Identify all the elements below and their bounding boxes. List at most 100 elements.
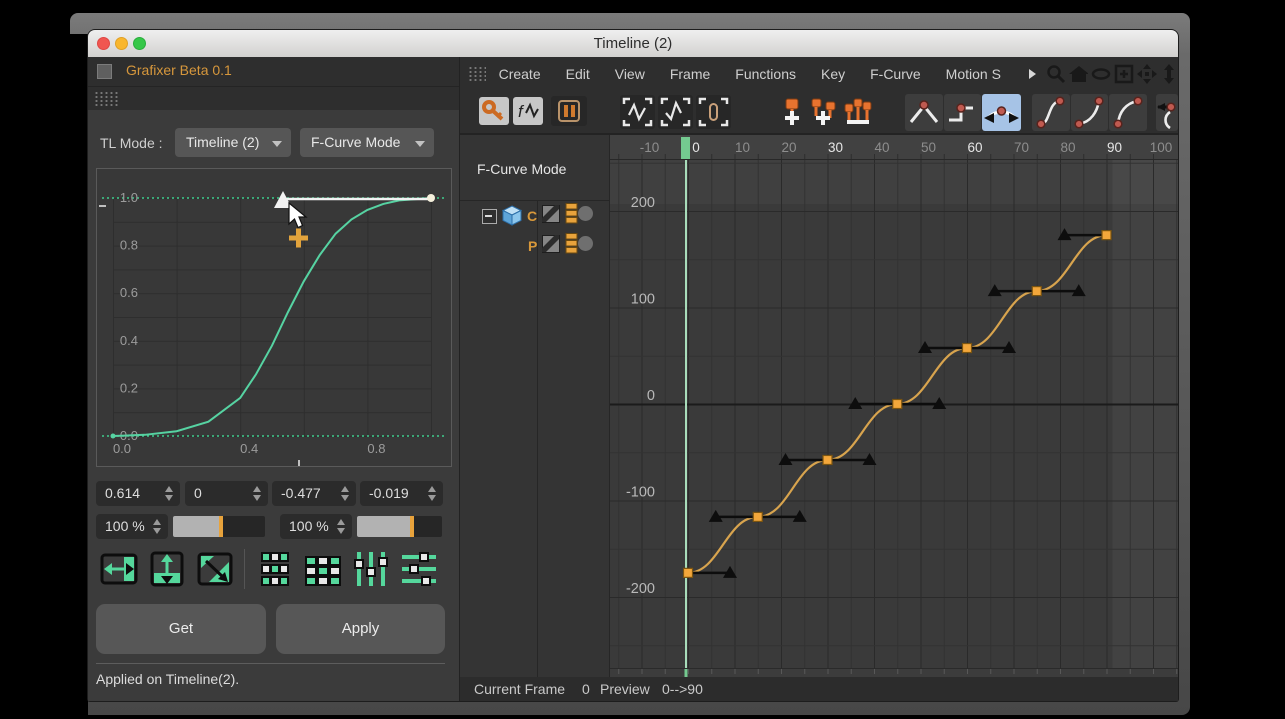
linear-tangent-button[interactable] [905,94,943,131]
tangent-y1-field[interactable]: 0 [185,481,268,506]
scale-diagonal-button[interactable] [194,548,236,590]
grafixer-grip-row[interactable] [88,86,460,110]
strength-right-field[interactable]: 100 % [280,514,352,539]
edge-tick [99,205,106,207]
menu-create[interactable]: Create [499,66,541,82]
keyframe-point[interactable] [753,512,762,521]
menu-functions[interactable]: Functions [735,66,796,82]
auto-mode-wave-button[interactable] [620,95,655,129]
cube-object-icon[interactable] [501,204,523,226]
menu-view[interactable]: View [615,66,645,82]
fcurve-mode-select[interactable]: F-Curve Mode [300,128,434,157]
playhead-marker[interactable] [681,137,690,159]
auto-mode-pulse-button[interactable] [658,95,693,129]
strength-right-slider[interactable] [357,516,442,537]
edge-tick [298,460,300,466]
menu-edit[interactable]: Edit [566,66,590,82]
tangent-y2-value: -0.019 [369,485,409,501]
fcurve-mode-button[interactable]: f [513,97,543,125]
keyframe-point[interactable] [684,568,693,577]
tl-mode-label: TL Mode : [100,135,163,151]
mini-x-label: 0.8 [367,441,385,456]
grafixer-status: Applied on Timeline(2). [96,671,239,687]
menu-key[interactable]: Key [821,66,845,82]
zoom-tool-icon[interactable] [1044,63,1065,85]
tangent-x1-field[interactable]: 0.614 [96,481,180,506]
curve-end-point[interactable] [427,194,435,202]
solo-dot[interactable] [578,236,593,251]
slider-handle[interactable] [219,516,223,537]
grip-icon[interactable] [468,66,486,81]
keyframe-point[interactable] [1102,231,1111,240]
rows-pattern-button[interactable] [302,548,344,590]
region-icon[interactable] [1088,63,1111,85]
scale-view-icon[interactable] [1157,63,1178,85]
mini-gridlines [113,198,432,437]
timeline-ruler[interactable]: -100102030405060708090100 [610,135,1178,160]
fcurve-graph[interactable]: 2001000-100-200 [610,160,1178,668]
keyframe-stack-icon[interactable] [565,233,578,254]
stretch-vertical-icon [146,548,188,590]
strength-left-slider[interactable] [173,516,265,537]
ease-in-button[interactable] [1071,94,1108,131]
layer-color-icon[interactable] [542,235,560,253]
titlebar[interactable]: Timeline (2) [88,30,1178,58]
keyframe-stack-icon[interactable] [565,203,578,224]
add-key-button[interactable] [777,96,807,128]
track-name-truncated[interactable]: P [528,238,537,254]
bottom-tick-ruler[interactable] [610,668,1178,677]
out-of-range-band-top [610,160,1178,204]
home-icon[interactable] [1066,63,1089,85]
key-mode-button[interactable] [479,97,509,125]
keyframe-point[interactable] [963,344,972,353]
tangent-y2-field[interactable]: -0.019 [360,481,443,506]
stretch-horizontal-button[interactable] [98,548,140,590]
motion-mode-button[interactable] [551,96,587,126]
tangent-extra-button[interactable] [1156,94,1178,131]
stepper-icon[interactable] [337,519,346,534]
vertical-sliders-button[interactable] [350,548,392,590]
strength-left-field[interactable]: 100 % [96,514,168,539]
stepper-icon[interactable] [165,486,174,501]
ease-ease-button[interactable] [1032,94,1070,131]
layer-color-icon[interactable] [542,205,560,223]
curve-editor[interactable]: 1.00.80.60.40.20.00.00.40.8 [96,168,452,467]
menu-frame[interactable]: Frame [670,66,710,82]
move-view-icon[interactable] [1134,63,1157,85]
ease-out-button[interactable] [1109,94,1147,131]
slider-handle[interactable] [410,516,414,537]
stepper-icon[interactable] [253,486,262,501]
auto-mode-bar-button[interactable] [696,95,731,129]
stretch-vertical-button[interactable] [146,548,188,590]
ruler-label-20: 20 [781,140,796,155]
record-keys-button[interactable] [841,96,873,128]
stepper-icon[interactable] [428,486,437,501]
object-name-truncated[interactable]: C [527,208,537,224]
solo-dot[interactable] [578,206,593,221]
divider [96,663,445,664]
apply-button[interactable]: Apply [276,604,445,654]
menu-motion-s[interactable]: Motion S [946,66,1001,82]
horizontal-sliders-button[interactable] [398,548,440,590]
menu-overflow-icon[interactable] [1026,67,1037,81]
curve-start-point[interactable] [111,434,116,439]
columns-pattern-button[interactable] [254,548,296,590]
timeline-select[interactable]: Timeline (2) [175,128,291,157]
step-tangent-button[interactable] [944,94,981,131]
tangent-x2-field[interactable]: -0.477 [272,481,356,506]
keyframe-point[interactable] [1032,287,1041,296]
tangent-x1-value: 0.614 [105,485,140,501]
get-button[interactable]: Get [96,604,266,654]
add-keys-button[interactable] [809,96,839,128]
stepper-icon[interactable] [341,486,350,501]
keyframe-point[interactable] [823,455,832,464]
stepper-icon[interactable] [153,519,162,534]
curve-editor-canvas[interactable]: 1.00.80.60.40.20.00.00.40.8 [97,169,451,466]
grafixer-checkbox[interactable] [97,64,112,79]
frame-all-icon[interactable] [1111,63,1134,85]
slider-fill [357,516,410,537]
keyframe-point[interactable] [893,400,902,409]
menu-f-curve[interactable]: F-Curve [870,66,921,82]
smooth-tangent-button[interactable] [982,94,1021,131]
collapse-toggle[interactable] [482,209,497,224]
